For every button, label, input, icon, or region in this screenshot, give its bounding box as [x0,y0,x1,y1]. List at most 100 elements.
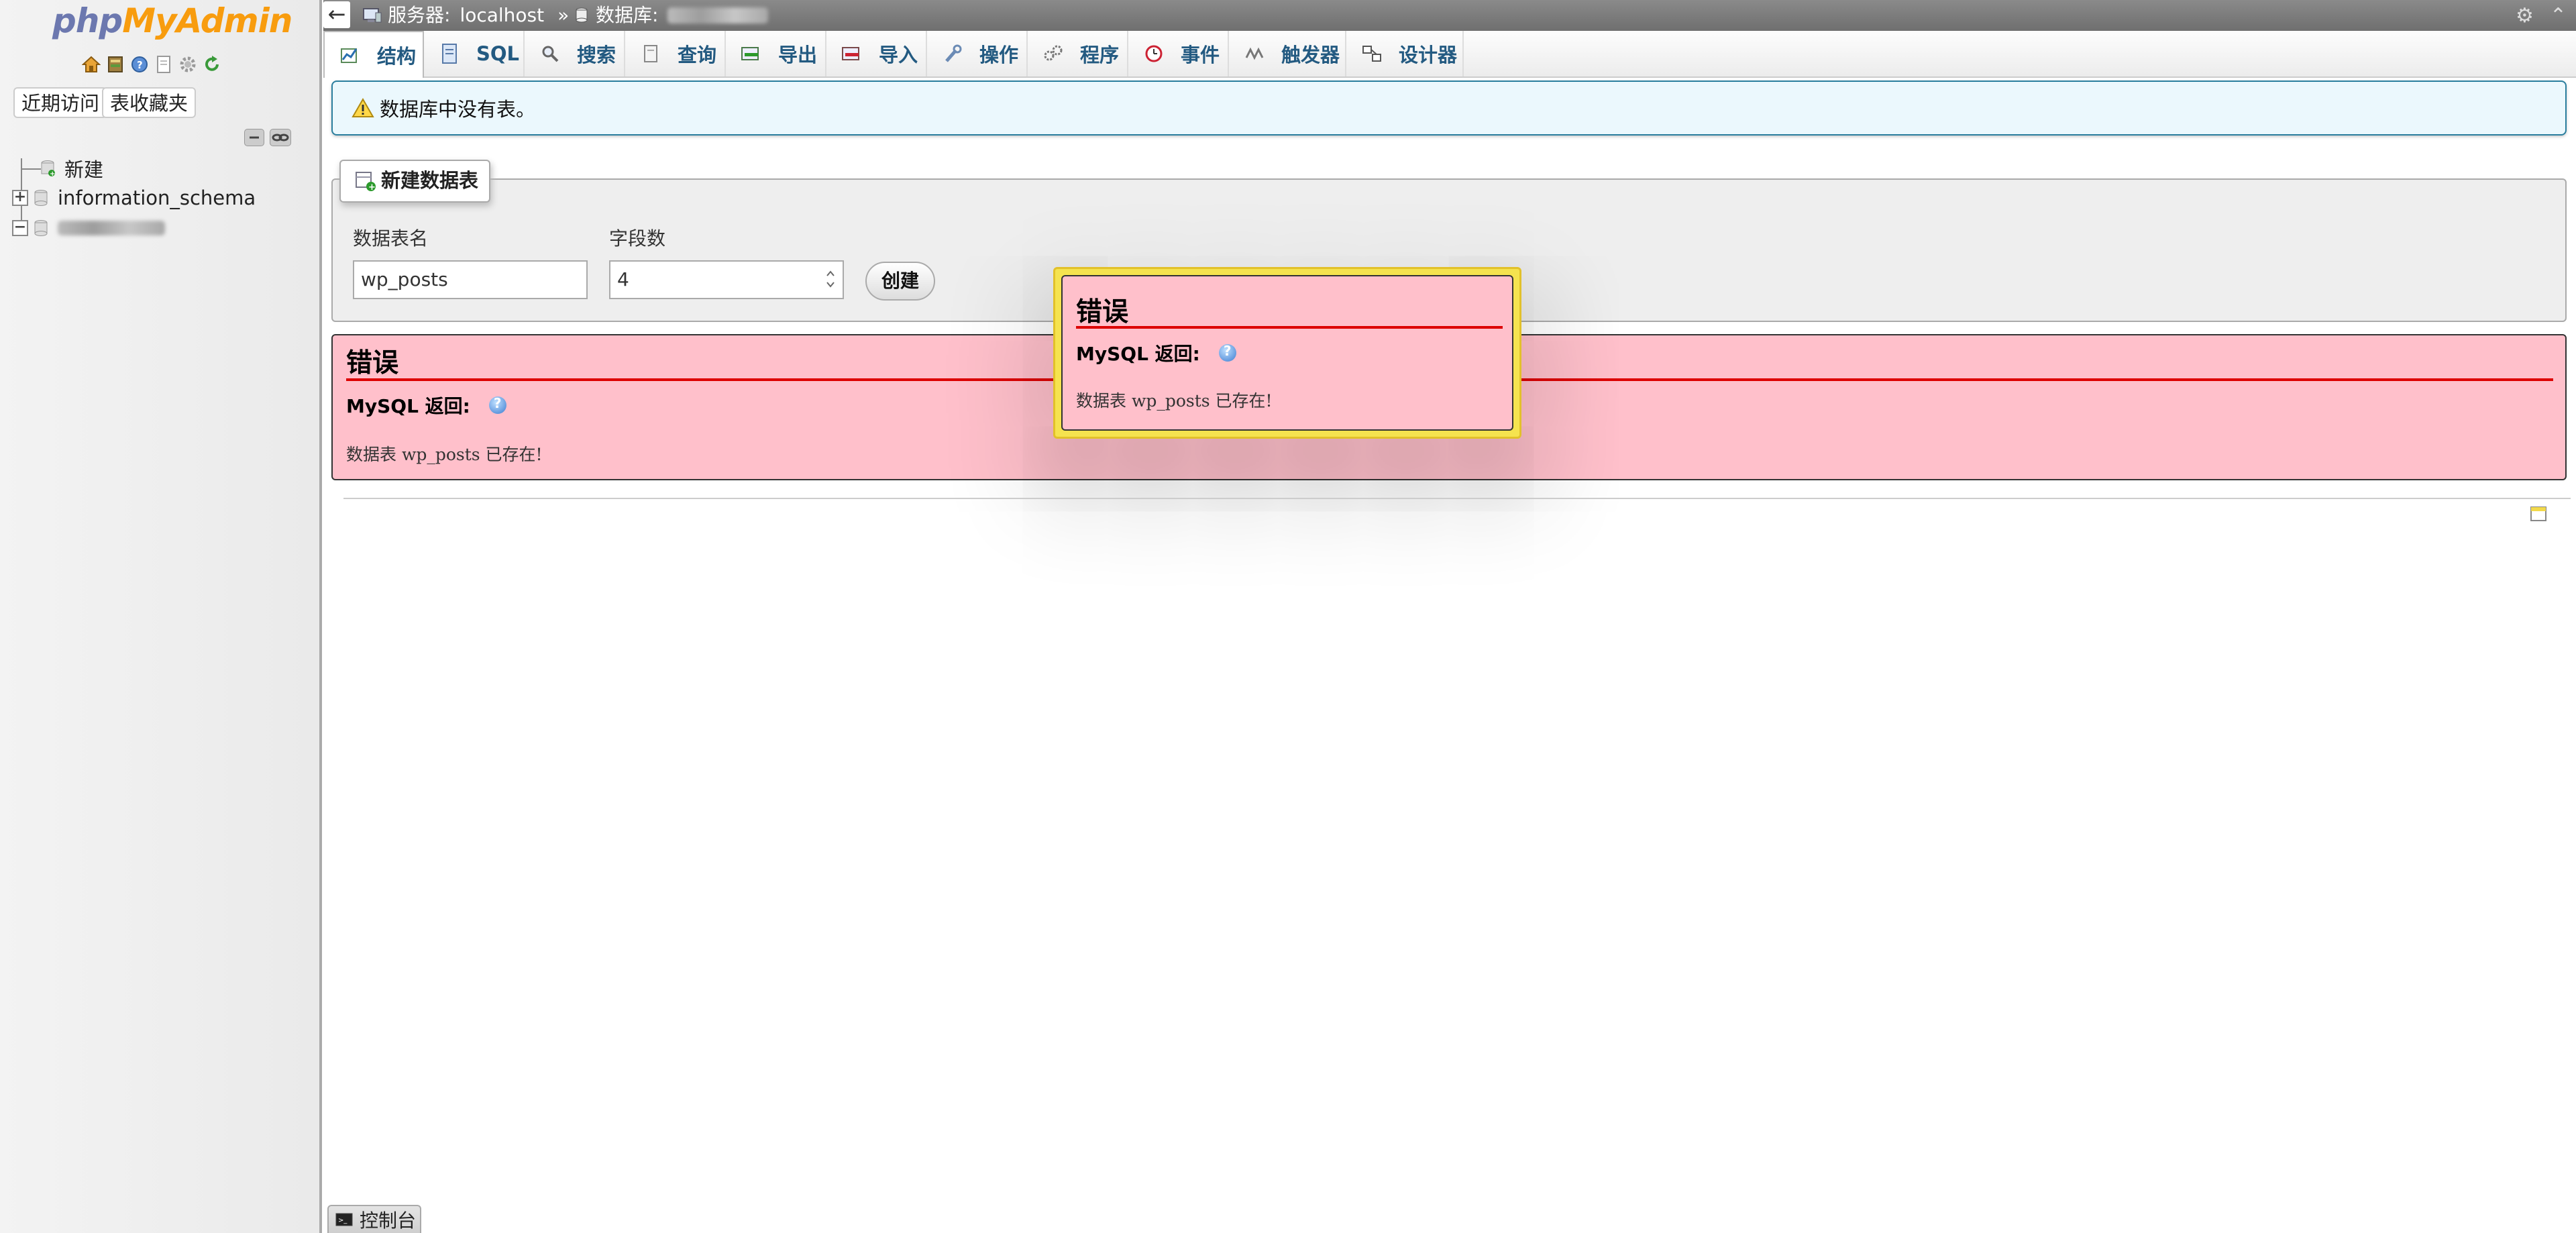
tree-item-current-database[interactable]: − [12,215,165,242]
tab-events[interactable]: 事件 [1128,31,1229,76]
tab-label: 设计器 [1399,44,1458,66]
tab-label: 结构 [377,45,417,68]
import-icon [840,43,864,64]
help-icon[interactable]: ? [130,55,149,74]
settings-icon[interactable] [178,55,197,74]
server-value[interactable]: localhost [460,0,544,31]
topbar-controls: ⚙ ⌃ [2516,4,2567,28]
tab-label: 程序 [1080,44,1120,66]
docs-icon[interactable] [154,55,173,74]
tab-search[interactable]: 搜索 [525,31,625,76]
sql-icon [437,43,462,64]
tab-label: 导出 [778,44,818,66]
error-title: 错误 [346,348,399,378]
notice-message: 数据库中没有表。 [331,81,2567,136]
warning-icon [352,98,374,117]
svg-text:>_: >_ [338,1217,347,1224]
svg-text:+: + [368,182,376,192]
home-icon[interactable] [82,55,101,74]
collapse-all-button[interactable] [244,129,264,146]
popup-error-message-text: 数据表 wp_posts 已存在! [1076,391,1273,411]
logo-php: php [52,1,123,40]
error-message-text: 数据表 wp_posts 已存在! [346,445,543,464]
tab-routines[interactable]: 程序 [1028,31,1128,76]
database-icon [34,220,48,236]
redacted-database-name [58,221,165,235]
collapse-icon[interactable]: ⌃ [2550,4,2567,28]
triggers-icon [1242,43,1267,64]
tab-import[interactable]: 导入 [826,31,927,76]
breadcrumb-bar: ← 服务器: localhost » 数据库: ⚙ ⌃ [323,0,2576,31]
link-with-main-button[interactable] [270,129,291,146]
redacted-database-name [667,7,769,23]
popup-error-box: 错误 MySQL 返回: 数据表 wp_posts 已存在! [1061,275,1513,431]
tab-structure[interactable]: 结构 [323,31,424,78]
tab-operations[interactable]: 操作 [927,31,1028,76]
database-label: 数据库: [596,4,659,26]
query-icon [639,43,663,64]
events-icon [1142,43,1166,64]
tab-triggers[interactable]: 触发器 [1229,31,1346,76]
logo-icon-bar: ? [82,55,221,74]
tab-label: 触发器 [1281,44,1340,66]
console-toggle[interactable]: >_ 控制台 [327,1205,421,1233]
tab-label: 操作 [979,44,1019,66]
new-database-icon: + [41,160,55,177]
console-label: 控制台 [360,1210,417,1232]
num-fields-value: 4 [617,268,629,290]
tab-export[interactable]: 导出 [726,31,826,76]
table-name-label: 数据表名 [353,227,429,250]
error-popup[interactable]: 错误 MySQL 返回: 数据表 wp_posts 已存在! [1053,267,1521,439]
database-icon [576,7,588,23]
tab-label: 查询 [678,44,717,66]
breadcrumb-server[interactable]: 服务器: localhost » [362,0,569,31]
tab-label: 搜索 [577,44,616,66]
server-icon [363,8,382,23]
notice-text: 数据库中没有表。 [380,98,536,121]
recent-tables-button[interactable]: 近期访问 [13,87,108,118]
mysql-returned-row: MySQL 返回: [346,392,506,419]
server-label: 服务器: [388,4,451,26]
tab-label: 事件 [1181,44,1220,66]
navigation-panel: phpMyAdmin ? 近期访问 表收藏夹 + 新建 + informatio… [0,0,322,1233]
tab-bar: 结构 SQL 搜索 查询 导出 导入 操作 程序 事件 触发器 设计器 [323,31,2576,78]
table-name-input[interactable]: wp_posts [353,260,588,299]
phpmyadmin-logo[interactable]: phpMyAdmin [52,1,292,40]
bookmark-icon[interactable] [2529,504,2548,523]
database-icon[interactable] [106,55,125,74]
expand-icon[interactable]: + [12,190,28,206]
tree-item-new-label: 新建 [64,158,104,181]
tree-item-label: information_schema [58,186,256,209]
logo-myadmin: MyAdmin [122,1,292,40]
popup-error-title: 错误 [1076,297,1129,327]
settings-icon[interactable]: ⚙ [2516,4,2534,28]
content-separator [343,498,2571,499]
tab-sql[interactable]: SQL [424,31,525,76]
structure-icon [338,44,362,66]
tab-query[interactable]: 查询 [625,31,726,76]
breadcrumb-database[interactable]: 数据库: [574,0,769,31]
routines-icon [1041,43,1065,64]
svg-text:?: ? [137,59,143,71]
legend-label: 新建数据表 [381,169,479,192]
help-icon[interactable] [488,395,506,414]
popup-mysql-returned-row: MySQL 返回: [1076,339,1236,366]
create-button[interactable]: 创建 [865,262,935,301]
tree-item-information-schema[interactable]: + information_schema [12,184,256,211]
help-icon[interactable] [1218,343,1236,362]
console-icon: >_ [335,1213,353,1226]
tab-label: SQL [476,42,520,65]
search-icon [538,43,562,64]
number-stepper[interactable] [824,266,837,292]
breadcrumb-separator: » [557,4,570,26]
create-table-legend: + 新建数据表 [339,160,491,203]
favorite-tables-button[interactable]: 表收藏夹 [102,87,197,118]
tree-item-new[interactable]: + 新建 [40,155,103,182]
tab-designer[interactable]: 设计器 [1346,31,1464,76]
new-table-icon: + [356,172,376,192]
collapse-navigation-button[interactable]: ← [323,1,350,28]
reload-icon[interactable] [203,55,221,74]
num-fields-input[interactable]: 4 [609,260,844,299]
collapse-icon[interactable]: − [12,220,28,236]
tab-label: 导入 [879,44,918,66]
